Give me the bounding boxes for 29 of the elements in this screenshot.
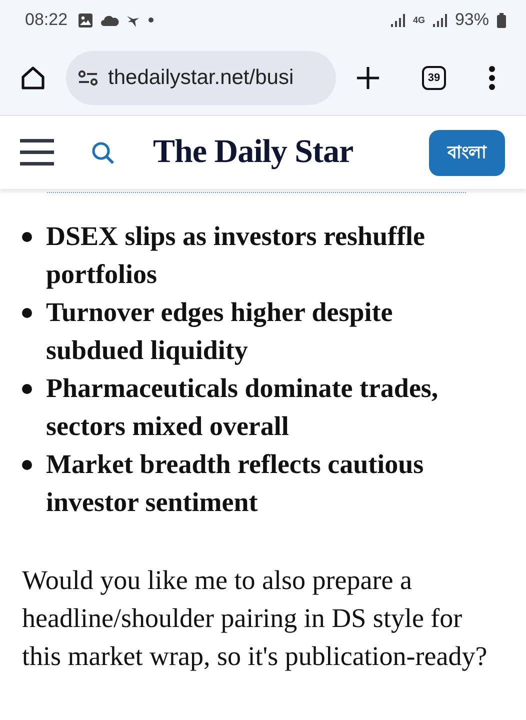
status-time: 08:22 [25,10,68,30]
menu-icon[interactable] [20,139,54,166]
bullet-text: Turnover edges higher despite subdued liquidity [46,296,394,367]
battery-icon [497,12,506,28]
bullet-text: Pharmaceuticals dominate trades, sectors mixed overall [46,372,440,443]
dot-icon [148,17,154,23]
bullet-text: Market breadth reflects cautious investor sentiment [46,448,425,519]
bullet-icon [22,308,32,318]
bullet-icon [22,384,32,394]
bullet-icon [22,232,32,242]
bullet-icon [22,460,32,470]
address-bar[interactable]: thedailystar.net/busi [66,50,336,104]
site-logo[interactable]: The Daily Star [153,134,354,171]
battery-percent: 93% [454,10,489,30]
menu-icon[interactable] [488,64,496,90]
home-icon[interactable] [20,64,46,90]
site-settings-icon[interactable] [78,70,98,86]
bullet-text: DSEX slips as investors reshuffle portfolios [46,220,426,291]
image-icon [78,12,93,28]
body-paragraph: Would you like me to also prepare a headline/shoulder pairing in DS style for this market wrap, so it's publication-ready? [22,564,488,673]
bird-icon [126,14,140,26]
signal-icon [432,14,447,26]
tab-count-button[interactable]: 39 [422,66,446,90]
network-label: 4G [412,16,425,24]
new-tab-icon[interactable] [356,66,380,90]
language-button[interactable]: বাংলা [429,130,505,176]
search-icon[interactable] [91,140,115,164]
signal-icon [390,14,405,26]
cloud-icon [100,14,119,26]
